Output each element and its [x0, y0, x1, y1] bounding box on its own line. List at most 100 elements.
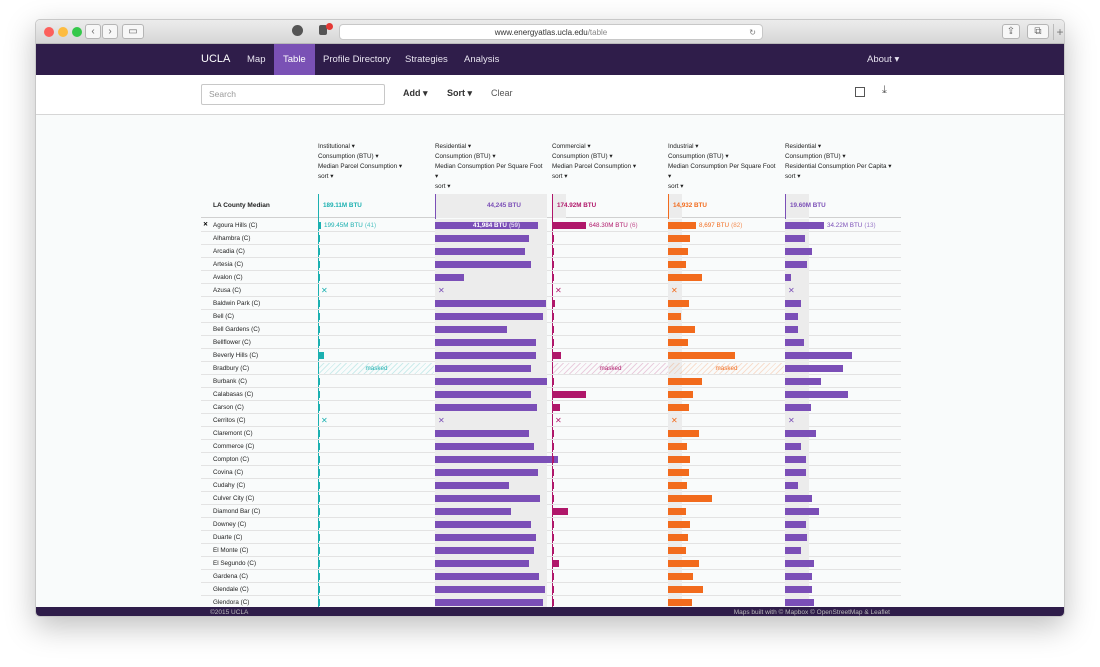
row-label[interactable]: Baldwin Park (C) — [213, 297, 260, 310]
table-row[interactable]: Baldwin Park (C) — [201, 297, 901, 310]
column-header-sector[interactable]: Institutional ▾ — [318, 142, 402, 152]
row-label[interactable]: Gardena (C) — [213, 570, 248, 583]
table-row[interactable]: Diamond Bar (C) — [201, 505, 901, 518]
about-menu[interactable]: About ▾ — [867, 44, 899, 75]
column-header-sector[interactable]: Commercial ▾ — [552, 142, 636, 152]
column-header-measure[interactable]: Median Consumption Per Square Foot — [435, 162, 542, 172]
tabs-overview-icon[interactable]: ⧉ — [1027, 24, 1049, 39]
sort-dropdown[interactable]: Sort ▾ — [447, 88, 472, 99]
column-header-measure[interactable]: Median Consumption Per Square Foot — [668, 162, 775, 172]
table-row[interactable]: Cerritos (C) ✕ ✕ ✕ ✕ ✕ — [201, 414, 901, 427]
table-row[interactable]: Beverly Hills (C) — [201, 349, 901, 362]
row-label[interactable]: Bradbury (C) — [213, 362, 249, 375]
column-header[interactable]: Residential ▾ Consumption (BTU) ▾ Median C… — [435, 142, 542, 192]
column-header-measure[interactable]: Median Parcel Consumption ▾ — [552, 162, 636, 172]
table-row[interactable]: Glendale (C) — [201, 583, 901, 596]
table-row[interactable]: Avalon (C) — [201, 271, 901, 284]
table-row[interactable]: Carson (C) — [201, 401, 901, 414]
nav-item-analysis[interactable]: Analysis — [464, 44, 499, 75]
column-header-metric[interactable]: Consumption (BTU) ▾ — [318, 152, 402, 162]
row-label[interactable]: El Segundo (C) — [213, 557, 256, 570]
table-view-icon[interactable] — [855, 87, 865, 97]
column-header-sort[interactable]: sort ▾ — [435, 182, 542, 192]
nav-item-profile-directory[interactable]: Profile Directory — [323, 44, 391, 75]
table-row[interactable]: Cudahy (C) — [201, 479, 901, 492]
forward-button[interactable]: › — [102, 24, 118, 39]
row-label[interactable]: Agoura Hills (C) — [213, 219, 257, 232]
row-label[interactable]: Glendora (C) — [213, 596, 249, 607]
new-tab-button[interactable]: + — [1053, 24, 1064, 40]
row-label[interactable]: Compton (C) — [213, 453, 249, 466]
download-icon[interactable]: ⤓ — [882, 84, 887, 97]
zoom-window-button[interactable] — [72, 27, 82, 37]
column-header-metric[interactable]: Consumption (BTU) ▾ — [552, 152, 636, 162]
row-label[interactable]: Bell (C) — [213, 310, 234, 323]
nav-item-table[interactable]: Table — [274, 44, 315, 75]
column-header-metric[interactable]: Consumption (BTU) ▾ — [668, 152, 775, 162]
table-row[interactable]: Bell (C) — [201, 310, 901, 323]
row-label[interactable]: Covina (C) — [213, 466, 243, 479]
column-header[interactable]: Institutional ▾ Consumption (BTU) ▾ Median… — [318, 142, 402, 182]
reload-icon[interactable]: ↻ — [749, 25, 756, 40]
table-row[interactable]: Alhambra (C) — [201, 232, 901, 245]
add-dropdown[interactable]: Add ▾ — [403, 88, 428, 99]
row-label[interactable]: Arcadia (C) — [213, 245, 245, 258]
row-label[interactable]: Glendale (C) — [213, 583, 249, 596]
table-row[interactable]: Gardena (C) — [201, 570, 901, 583]
table-row[interactable]: ✕ Agoura Hills (C) 199.45M BTU (41) 41,984 B… — [201, 219, 901, 232]
column-header[interactable]: Commercial ▾ Consumption (BTU) ▾ Median Pa… — [552, 142, 636, 182]
brand-logo[interactable]: UCLA — [201, 44, 230, 75]
row-label[interactable]: Azusa (C) — [213, 284, 241, 297]
row-label[interactable]: Commerce (C) — [213, 440, 254, 453]
table-row[interactable]: Culver City (C) — [201, 492, 901, 505]
clear-button[interactable]: Clear — [491, 88, 513, 98]
table-row[interactable]: Burbank (C) — [201, 375, 901, 388]
table-row[interactable]: Downey (C) — [201, 518, 901, 531]
column-header-sector[interactable]: Residential ▾ — [435, 142, 542, 152]
table-row[interactable]: Duarte (C) — [201, 531, 901, 544]
table-row[interactable]: Bell Gardens (C) — [201, 323, 901, 336]
row-label[interactable]: Culver City (C) — [213, 492, 254, 505]
close-window-button[interactable] — [44, 27, 54, 37]
column-header-sort[interactable]: sort ▾ — [668, 182, 775, 192]
row-label[interactable]: Cerritos (C) — [213, 414, 246, 427]
table-row[interactable]: Compton (C) — [201, 453, 901, 466]
extension-icon[interactable] — [292, 25, 303, 36]
column-header-sector[interactable]: Industrial ▾ — [668, 142, 775, 152]
row-label[interactable]: Diamond Bar (C) — [213, 505, 260, 518]
remove-row-icon[interactable]: ✕ — [203, 219, 208, 232]
column-header-measure[interactable]: ▾ — [435, 172, 542, 182]
row-label[interactable]: Bellflower (C) — [213, 336, 251, 349]
table-row[interactable]: Covina (C) — [201, 466, 901, 479]
table-row[interactable]: Claremont (C) — [201, 427, 901, 440]
share-icon[interactable]: ⇪ — [1002, 24, 1020, 39]
row-label[interactable]: Burbank (C) — [213, 375, 247, 388]
table-row[interactable]: Artesia (C) — [201, 258, 901, 271]
nav-item-map[interactable]: Map — [247, 44, 265, 75]
column-header[interactable]: Industrial ▾ Consumption (BTU) ▾ Median Co… — [668, 142, 775, 192]
column-header-sort[interactable]: sort ▾ — [552, 172, 636, 182]
column-header-sort[interactable]: sort ▾ — [318, 172, 402, 182]
row-label[interactable]: Artesia (C) — [213, 258, 243, 271]
table-row[interactable]: Bellflower (C) — [201, 336, 901, 349]
row-label[interactable]: Claremont (C) — [213, 427, 253, 440]
row-label[interactable]: Duarte (C) — [213, 531, 242, 544]
column-header-measure[interactable]: Median Parcel Consumption ▾ — [318, 162, 402, 172]
search-input[interactable]: Search — [201, 84, 385, 105]
table-row[interactable]: Bradbury (C) masked masked masked — [201, 362, 901, 375]
row-label[interactable]: El Monte (C) — [213, 544, 248, 557]
row-label[interactable]: Beverly Hills (C) — [213, 349, 258, 362]
table-row[interactable]: Glendora (C) — [201, 596, 901, 607]
row-label[interactable]: Avalon (C) — [213, 271, 243, 284]
column-header-metric[interactable]: Consumption (BTU) ▾ — [785, 152, 891, 162]
table-row[interactable]: Azusa (C) ✕ ✕ ✕ ✕ ✕ — [201, 284, 901, 297]
column-header-sector[interactable]: Residential ▾ — [785, 142, 891, 152]
row-label[interactable]: Calabasas (C) — [213, 388, 253, 401]
column-header[interactable]: Residential ▾ Consumption (BTU) ▾ Resident… — [785, 142, 891, 182]
column-header-metric[interactable]: Consumption (BTU) ▾ — [435, 152, 542, 162]
row-label[interactable]: Downey (C) — [213, 518, 246, 531]
table-row[interactable]: Calabasas (C) — [201, 388, 901, 401]
table-row[interactable]: El Monte (C) — [201, 544, 901, 557]
column-header-sort[interactable]: sort ▾ — [785, 172, 891, 182]
row-label[interactable]: Cudahy (C) — [213, 479, 245, 492]
